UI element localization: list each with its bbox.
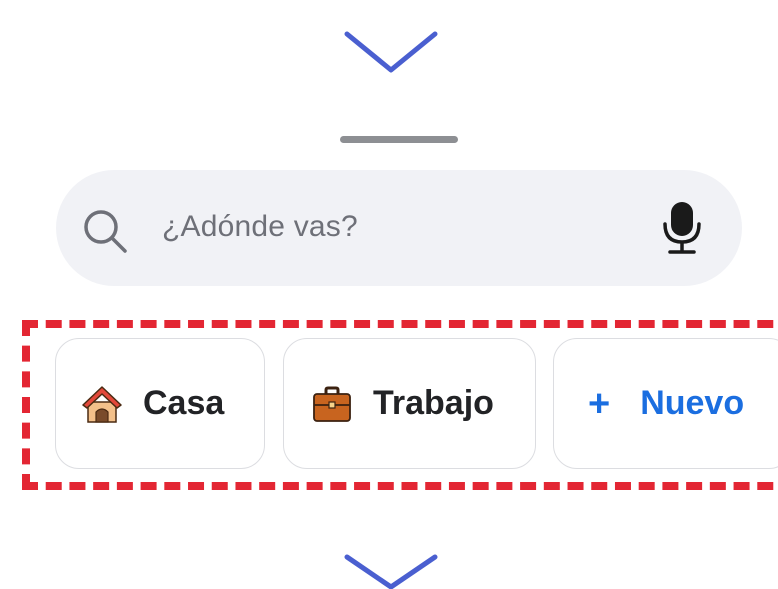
chevron-down-icon [344, 554, 438, 589]
sheet-drag-handle[interactable] [340, 136, 458, 143]
chip-label: Trabajo [373, 384, 494, 422]
briefcase-icon [313, 386, 351, 422]
search-icon [84, 210, 127, 253]
house-icon [82, 385, 122, 423]
search-placeholder[interactable]: ¿Adónde vas? [162, 210, 358, 244]
chip-label: Nuevo [640, 384, 745, 422]
shortcut-chip-casa[interactable]: Casa [55, 338, 265, 469]
search-bar[interactable]: ¿Adónde vas? [56, 170, 742, 286]
chip-label: Casa [143, 384, 225, 422]
microphone-icon[interactable] [660, 200, 704, 256]
add-shortcut-button[interactable]: + Nuevo [553, 338, 778, 469]
shortcut-chip-trabajo[interactable]: Trabajo [283, 338, 536, 469]
plus-icon: + [588, 382, 611, 425]
chevron-down-icon [344, 31, 438, 73]
